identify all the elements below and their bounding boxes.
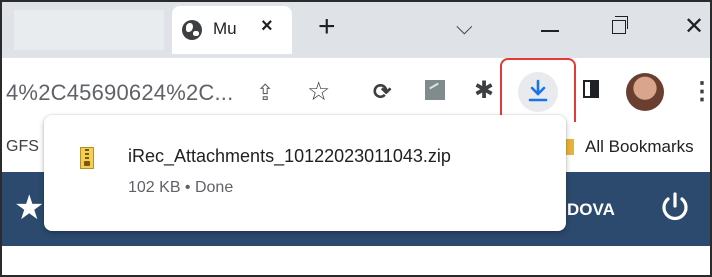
screenshot-frame [0, 0, 712, 277]
